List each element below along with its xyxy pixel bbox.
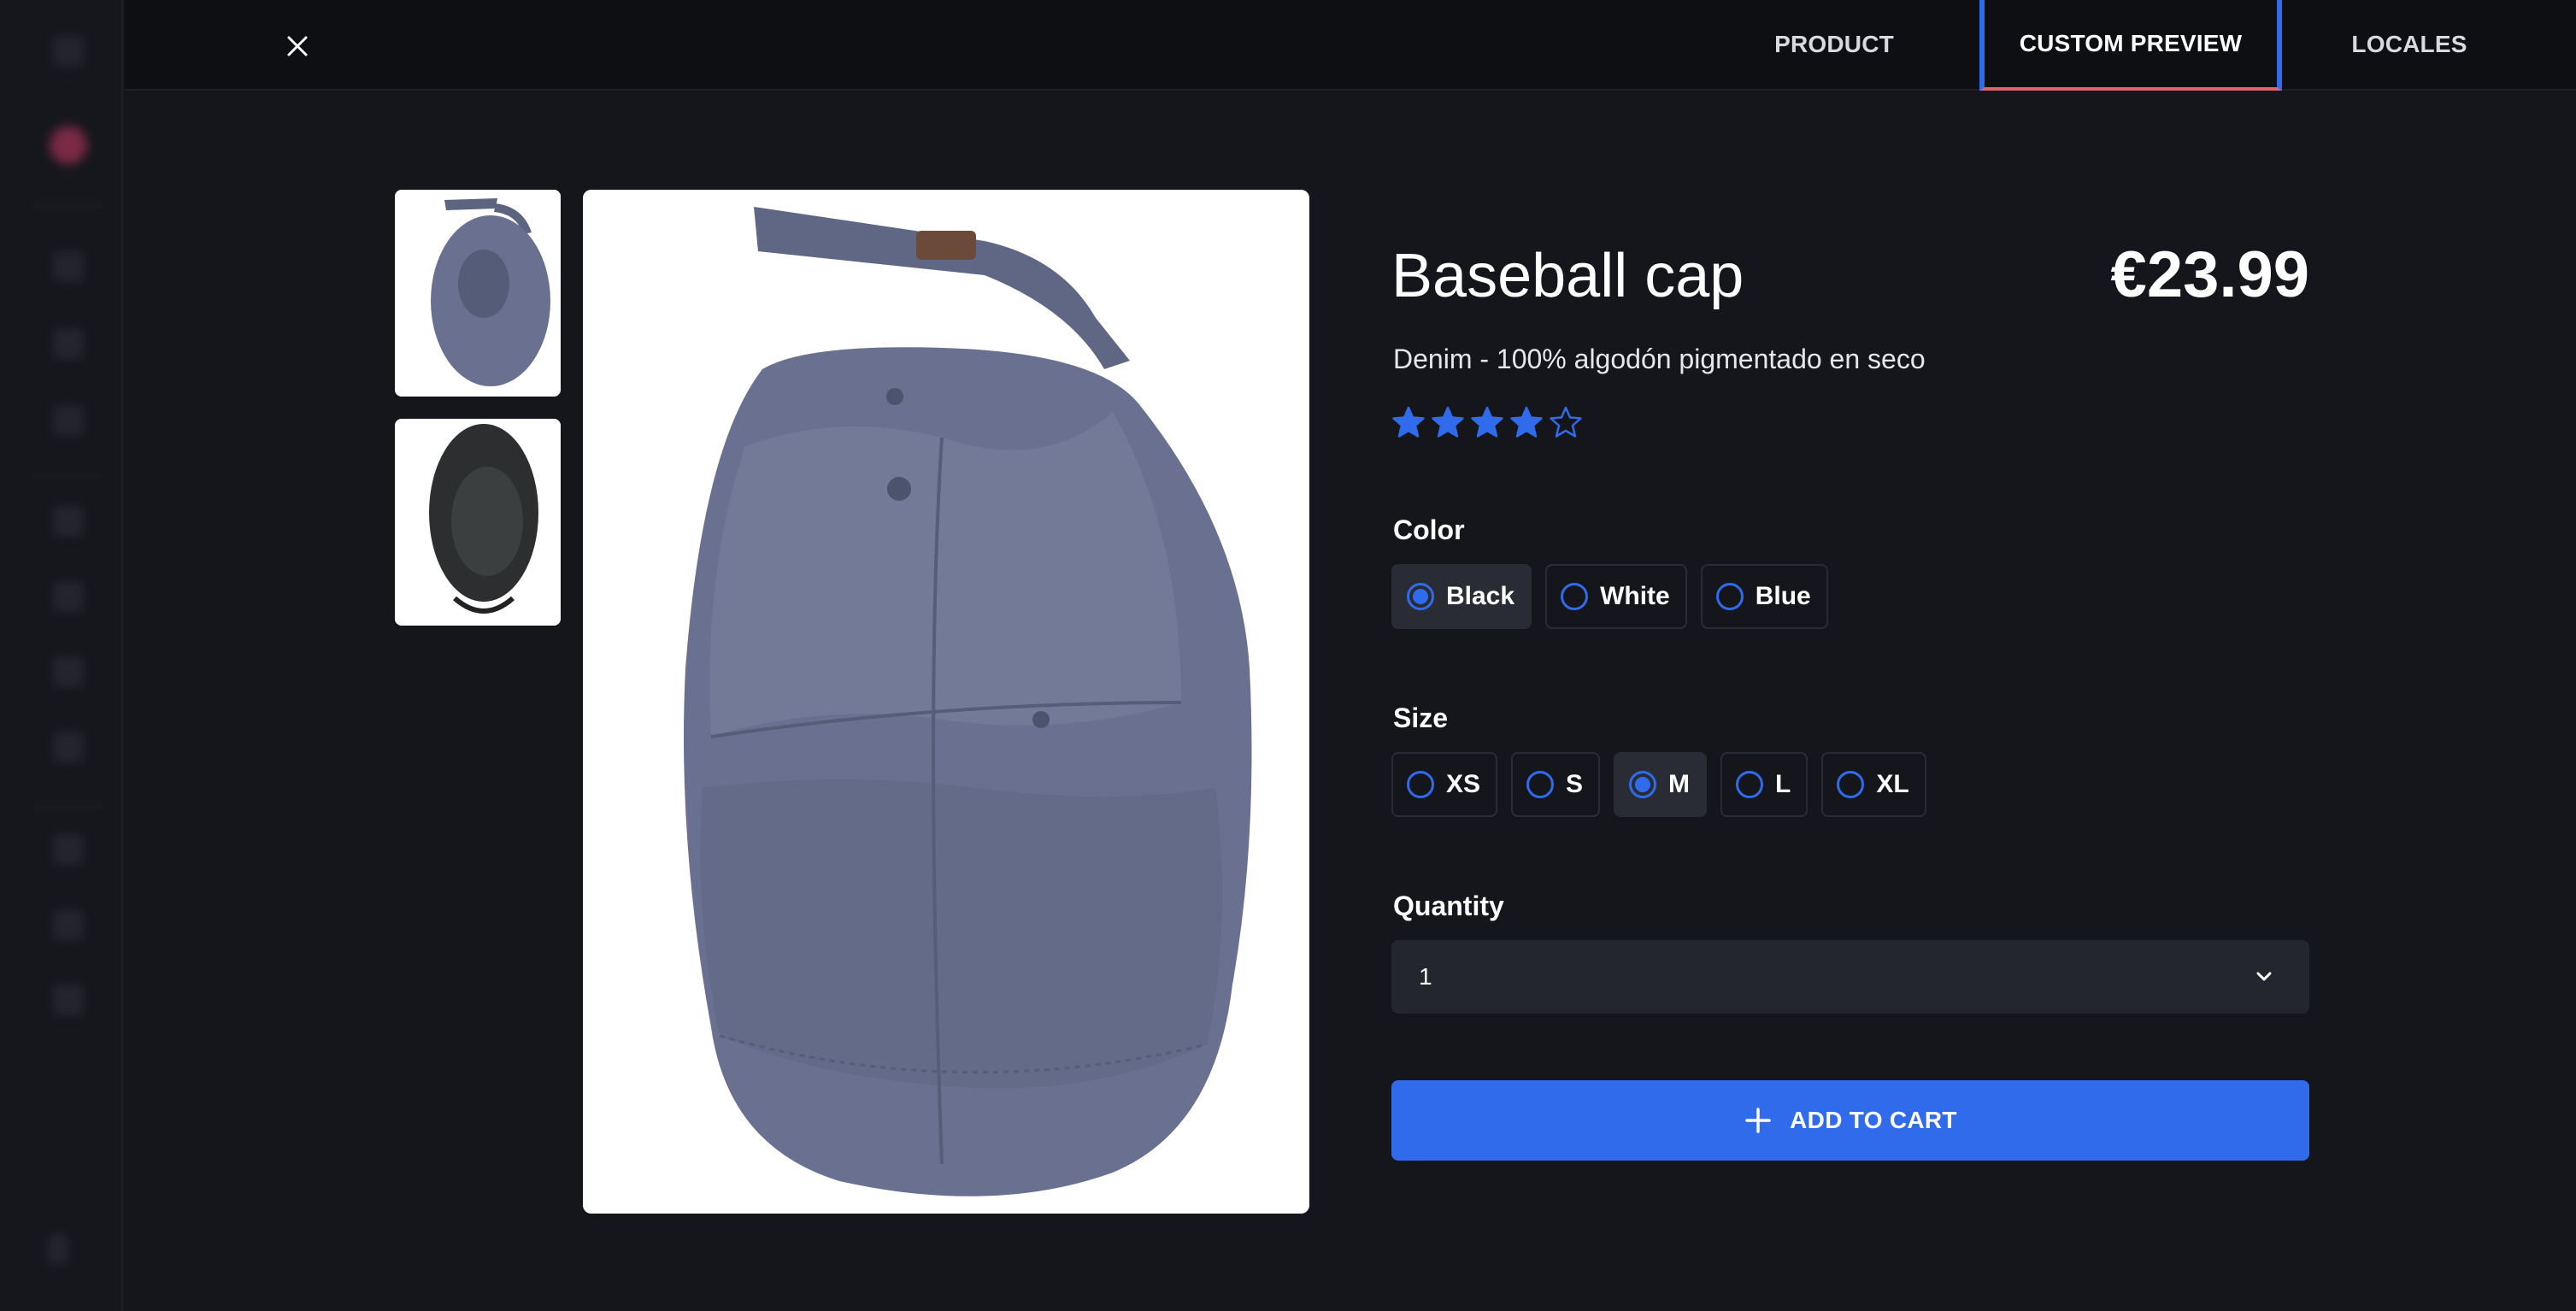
rail-icon[interactable]	[53, 36, 84, 67]
star-filled-icon	[1471, 406, 1503, 438]
size-options: XS S M L XL	[1391, 752, 1926, 817]
tab-custom-preview[interactable]: CUSTOM PREVIEW	[1979, 0, 2282, 91]
radio-icon	[1736, 771, 1764, 798]
quantity-select[interactable]: 1	[1391, 940, 2309, 1014]
product-main-image	[583, 190, 1309, 1214]
tab-locales[interactable]: LOCALES	[2282, 0, 2537, 89]
tab-bar: PRODUCT CUSTOM PREVIEW LOCALES	[1689, 0, 2576, 91]
rail-icon[interactable]	[53, 328, 84, 359]
rail-icon[interactable]	[53, 581, 84, 612]
radio-icon	[1407, 583, 1434, 610]
size-option-label: S	[1566, 770, 1584, 798]
color-option-black[interactable]: Black	[1391, 564, 1532, 629]
size-option-label: M	[1668, 770, 1691, 798]
size-option-label: XS	[1446, 770, 1481, 798]
star-filled-icon	[1510, 406, 1543, 438]
add-to-cart-label: ADD TO CART	[1790, 1107, 1957, 1133]
rail-icon[interactable]	[53, 251, 84, 282]
sidebar-rail	[0, 0, 123, 1311]
color-option-blue[interactable]: Blue	[1700, 564, 1828, 629]
color-option-white[interactable]: White	[1545, 564, 1687, 629]
size-option-l[interactable]: L	[1720, 752, 1808, 817]
radio-icon	[1837, 771, 1865, 798]
rail-icon[interactable]	[53, 506, 84, 537]
cap-underside-image	[395, 419, 561, 626]
color-option-label: Blue	[1755, 582, 1811, 610]
size-option-s[interactable]: S	[1511, 752, 1601, 817]
product-description: Denim - 100% algodón pigmentado en seco	[1393, 344, 1926, 374]
cap-image	[583, 190, 1309, 1214]
radio-icon	[1561, 583, 1589, 610]
avatar[interactable]	[50, 126, 87, 164]
quantity-label: Quantity	[1393, 891, 1504, 921]
close-button[interactable]	[279, 27, 316, 65]
rail-divider	[31, 807, 103, 808]
product-title: Baseball cap	[1391, 242, 1744, 310]
product-price: €23.99	[2110, 238, 2309, 311]
radio-icon	[1407, 771, 1434, 798]
radio-icon	[1629, 771, 1657, 798]
tab-product[interactable]: PRODUCT	[1689, 0, 1979, 89]
rail-icon[interactable]	[48, 1234, 68, 1265]
star-filled-icon	[1392, 406, 1425, 438]
cap-top-image	[395, 190, 561, 397]
star-empty-icon	[1550, 406, 1582, 438]
size-option-m[interactable]: M	[1614, 752, 1708, 817]
rail-icon[interactable]	[53, 834, 84, 865]
close-icon	[287, 36, 308, 56]
rail-icon[interactable]	[53, 656, 84, 687]
rail-icon[interactable]	[53, 909, 84, 940]
rail-icon[interactable]	[53, 405, 84, 436]
rating-stars	[1391, 405, 1583, 439]
rail-icon[interactable]	[53, 985, 84, 1015]
size-option-label: XL	[1876, 770, 1909, 798]
color-option-label: Black	[1446, 582, 1515, 610]
color-options: Black White Blue	[1391, 564, 1828, 629]
add-to-cart-button[interactable]: ADD TO CART	[1391, 1080, 2309, 1161]
star-filled-icon	[1432, 406, 1464, 438]
size-label: Size	[1393, 703, 1449, 733]
rail-icon[interactable]	[53, 732, 84, 762]
size-option-xl[interactable]: XL	[1821, 752, 1926, 817]
chevron-down-icon	[2256, 972, 2272, 981]
plus-icon	[1745, 1108, 1771, 1133]
size-option-label: L	[1775, 770, 1791, 798]
size-option-xs[interactable]: XS	[1391, 752, 1498, 817]
quantity-value: 1	[1419, 963, 1432, 990]
rail-divider	[31, 205, 103, 207]
radio-icon	[1526, 771, 1555, 798]
thumbnail-under-view[interactable]	[395, 419, 561, 626]
top-bar: PRODUCT CUSTOM PREVIEW LOCALES	[125, 0, 2576, 91]
color-label: Color	[1393, 514, 1465, 545]
color-option-label: White	[1600, 582, 1670, 610]
rail-divider	[31, 475, 103, 477]
thumbnail-top-view[interactable]	[395, 190, 561, 397]
radio-icon	[1715, 583, 1744, 610]
